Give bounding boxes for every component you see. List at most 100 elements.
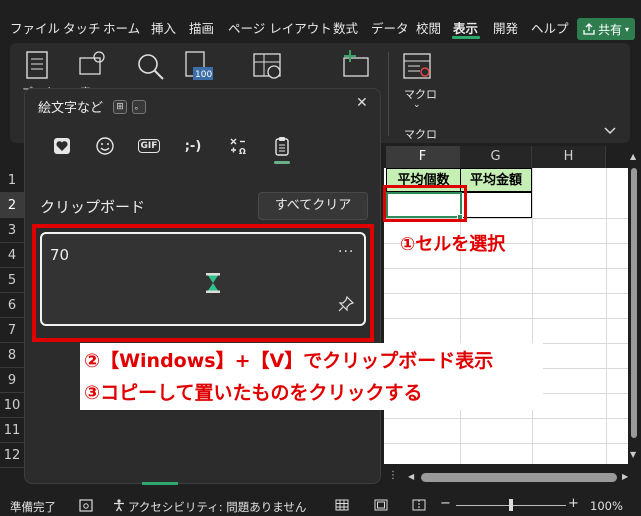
tab-home[interactable]: ホーム (103, 18, 140, 37)
panel-title: 絵文字など (38, 101, 104, 116)
annotation-step-3: ③コピーして置いたものをクリックする (84, 382, 423, 404)
tab-insert[interactable]: 挿入 (151, 18, 176, 37)
active-panel-tab-indicator (274, 161, 290, 164)
tab-clipboard[interactable] (269, 134, 295, 158)
tab-data[interactable]: データ (371, 18, 409, 37)
active-tab-indicator (452, 36, 480, 39)
vertical-scrollbar[interactable]: ▲ ▼ (628, 146, 641, 466)
cell-g1-header[interactable]: 平均金額 (460, 168, 532, 192)
tab-symbols[interactable]: Ω (225, 134, 251, 158)
tab-formulas[interactable]: 数式 (333, 18, 358, 37)
accessibility-icon[interactable] (112, 498, 126, 512)
zoom-100-text: 100 (195, 70, 212, 80)
sheet-view-icon[interactable] (78, 50, 108, 80)
zoom-100-icon[interactable]: 100 (184, 50, 214, 82)
scroll-up-icon[interactable]: ▲ (630, 152, 636, 161)
chevron-down-icon[interactable]: ⌄ (413, 100, 421, 110)
gridline (384, 268, 628, 269)
sheet-tab-indicator (142, 482, 178, 485)
svg-text:Ω: Ω (239, 147, 246, 155)
ribbon-tab-bar: ファイル タッチ ホーム 挿入 描画 ページ レイアウト 数式 データ 校閲 表… (0, 0, 641, 40)
annotation-step-2: ②【Windows】+【V】でクリップボード表示 (84, 350, 494, 372)
row-header-8[interactable]: 8 (0, 343, 24, 368)
cell-g2[interactable] (460, 192, 532, 218)
horizontal-scroll-thumb[interactable] (421, 473, 617, 482)
macro-icon[interactable] (402, 52, 434, 82)
collapse-ribbon-icon[interactable] (603, 124, 617, 136)
tab-page-layout[interactable]: ページ レイアウト (228, 18, 332, 37)
ribbon-divider (388, 52, 389, 136)
row-header-12[interactable]: 12 (0, 443, 24, 468)
scroll-down-icon[interactable]: ▼ (630, 450, 636, 459)
tab-file[interactable]: ファイル (10, 18, 60, 37)
zoom-icon[interactable] (136, 52, 166, 82)
gif-icon: GIF (137, 139, 161, 153)
gridline (384, 318, 628, 319)
gridline (532, 168, 533, 464)
column-header-f[interactable]: F (386, 146, 460, 168)
gridline (384, 443, 628, 444)
tab-draw[interactable]: 描画 (189, 18, 214, 37)
status-accessibility[interactable]: アクセシビリティ: 問題ありません (128, 499, 306, 515)
share-button[interactable]: 共有 ▾ (577, 18, 635, 40)
clipboard-item-text: 70 (50, 246, 70, 264)
macro-group-label: マクロ (404, 128, 437, 141)
vertical-scroll-thumb[interactable] (631, 168, 637, 438)
sheet-options-icon[interactable]: ⋮ (388, 470, 398, 482)
tab-kaomoji[interactable]: ;-) (180, 134, 206, 158)
tab-help[interactable]: ヘルプ (531, 18, 569, 37)
status-ready: 準備完了 (10, 500, 56, 514)
new-window-icon[interactable] (338, 48, 374, 80)
row-header-11[interactable]: 11 (0, 418, 24, 443)
share-icon (583, 23, 595, 35)
row-header-7[interactable]: 7 (0, 318, 24, 343)
normal-view-icon[interactable] (335, 499, 349, 511)
tab-gif[interactable]: GIF (136, 134, 162, 158)
share-label: 共有 (597, 22, 622, 37)
heart-icon (54, 138, 70, 154)
clipboard-icon (275, 137, 289, 156)
close-icon[interactable]: ✕ (356, 95, 368, 111)
row-header-1[interactable]: 1 (0, 168, 24, 193)
page-layout-view-icon[interactable] (374, 499, 388, 511)
zoom-out-icon[interactable]: − (440, 496, 451, 511)
period-key-icon: 。 (132, 100, 146, 114)
zoom-in-icon[interactable]: + (568, 496, 579, 511)
pin-icon[interactable] (338, 296, 354, 312)
tab-review[interactable]: 校閲 (416, 18, 441, 37)
tab-view[interactable]: 表示 (453, 18, 478, 37)
clear-all-button[interactable]: すべてクリア (258, 192, 368, 220)
macro-record-icon[interactable] (79, 499, 93, 512)
row-header-10[interactable]: 10 (0, 393, 24, 418)
tab-emoji[interactable] (92, 134, 118, 158)
zoom-to-selection-icon[interactable] (252, 52, 286, 84)
row-header-2[interactable]: 2 (0, 193, 24, 218)
hourglass-icon (206, 273, 220, 293)
zoom-slider-thumb[interactable] (509, 499, 513, 511)
clipboard-heading: クリップボード (40, 198, 146, 216)
more-options-icon[interactable]: ··· (338, 244, 354, 260)
scroll-right-icon[interactable]: ▶ (622, 472, 628, 481)
row-header-9[interactable]: 9 (0, 368, 24, 393)
tab-favorites[interactable] (49, 134, 75, 158)
workbook-view-icon[interactable] (24, 50, 50, 82)
windows-key-icon: ⊞ (113, 100, 127, 114)
emoji-icon (96, 137, 114, 155)
zoom-level[interactable]: 100% (590, 499, 623, 513)
scroll-left-icon[interactable]: ◀ (408, 472, 414, 481)
row-header-3[interactable]: 3 (0, 218, 24, 243)
symbols-icon: Ω (230, 138, 246, 155)
clipboard-item[interactable] (40, 232, 366, 326)
column-header-h[interactable]: H (532, 146, 606, 168)
row-header-5[interactable]: 5 (0, 268, 24, 293)
tab-developer[interactable]: 開発 (493, 18, 518, 37)
annotation-highlight-cell (383, 185, 467, 222)
gridline (606, 168, 607, 464)
annotation-step-1: ①セルを選択 (400, 234, 506, 255)
tab-touch[interactable]: タッチ (63, 18, 101, 37)
column-header-g[interactable]: G (460, 146, 532, 168)
row-header-4[interactable]: 4 (0, 243, 24, 268)
gridline (384, 418, 628, 419)
page-break-view-icon[interactable] (412, 499, 426, 511)
row-header-6[interactable]: 6 (0, 293, 24, 318)
